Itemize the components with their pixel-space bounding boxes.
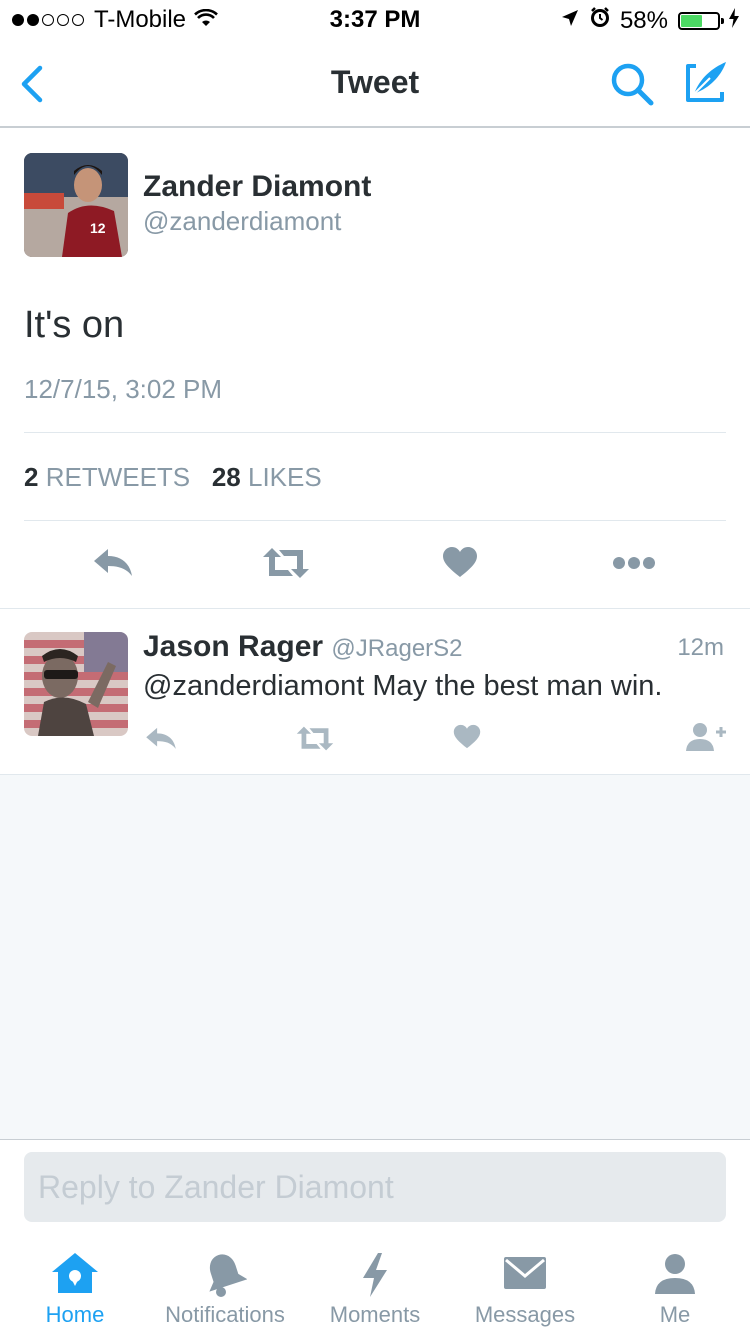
battery-fill [681, 14, 702, 27]
reply-author-handle[interactable]: @JRagerS2 [331, 635, 462, 662]
bell-icon [203, 1252, 248, 1303]
like-count[interactable]: 28 [212, 462, 241, 492]
like-button[interactable] [442, 546, 478, 578]
divider [24, 432, 726, 433]
tweet-text: It's on [24, 304, 125, 346]
retweet-icon [296, 726, 334, 751]
follow-button[interactable] [686, 722, 728, 752]
tab-messages[interactable]: Messages [450, 1236, 600, 1334]
tweet-timestamp: 12/7/15, 3:02 PM [24, 374, 223, 404]
tab-label: Notifications [165, 1302, 285, 1327]
tab-moments[interactable]: Moments [300, 1236, 450, 1334]
reply-time: 12m [677, 634, 724, 661]
search-icon [611, 63, 654, 106]
retweet-button[interactable] [262, 546, 310, 580]
battery-percent: 58% [619, 6, 668, 34]
svg-text:12: 12 [90, 220, 106, 236]
tab-me[interactable]: Me [600, 1236, 750, 1334]
reply-retweet-button[interactable] [296, 725, 334, 752]
like-label[interactable]: LIKES [248, 462, 322, 492]
tab-label: Me [659, 1302, 691, 1327]
heart-icon [443, 547, 477, 577]
reply-avatar-image [24, 632, 128, 736]
reply-avatar[interactable] [24, 632, 128, 736]
author-avatar-image: 12 [24, 153, 128, 257]
reply-author-name[interactable]: Jason Rager [143, 630, 323, 663]
nav-bar: Tweet [0, 40, 750, 128]
alarm-icon [590, 6, 610, 35]
reply-button[interactable] [92, 544, 134, 580]
divider [24, 520, 726, 521]
reply-icon [146, 727, 176, 749]
more-dots-icon [613, 557, 655, 569]
divider [0, 608, 750, 609]
search-button[interactable] [608, 60, 656, 108]
more-button[interactable] [612, 556, 656, 570]
reply-icon [94, 549, 132, 576]
home-icon [51, 1252, 99, 1299]
reply-reply-button[interactable] [144, 724, 178, 752]
tab-notifications[interactable]: Notifications [150, 1236, 300, 1334]
author-name[interactable]: Zander Diamont [143, 170, 371, 204]
heart-icon [453, 724, 481, 749]
battery-icon [678, 11, 724, 30]
lightning-icon [360, 1252, 390, 1303]
tab-bar: Home Notifications Moments Messages Me [0, 1236, 750, 1334]
empty-feed-area [0, 774, 750, 1140]
tab-home[interactable]: Home [0, 1236, 150, 1334]
tab-label: Moments [329, 1302, 421, 1327]
reply-text: @zanderdiamont May the best man win. [143, 670, 663, 702]
follow-user-icon [686, 723, 726, 751]
tab-label: Home [45, 1302, 105, 1327]
location-arrow-icon [560, 7, 580, 35]
envelope-icon [503, 1256, 547, 1295]
reply-like-button[interactable] [453, 724, 481, 749]
compose-tweet-icon [686, 62, 726, 102]
tab-label: Messages [474, 1302, 576, 1327]
retweet-icon [263, 548, 309, 578]
reply-input[interactable] [24, 1152, 726, 1222]
avatar[interactable]: 12 [24, 153, 128, 257]
retweet-count[interactable]: 2 [24, 462, 38, 492]
status-bar: T-Mobile 3:37 PM 58% [0, 0, 750, 40]
charging-icon [728, 7, 740, 35]
compose-button[interactable] [680, 58, 730, 108]
reply-header: Jason Rager @JRagerS2 [143, 630, 463, 664]
author-handle[interactable]: @zanderdiamont [143, 206, 341, 237]
retweet-label[interactable]: RETWEETS [46, 462, 190, 492]
engagement-counts: 2 RETWEETS 28 LIKES [24, 462, 322, 493]
status-right: 58% [560, 6, 740, 35]
person-icon [653, 1252, 697, 1301]
